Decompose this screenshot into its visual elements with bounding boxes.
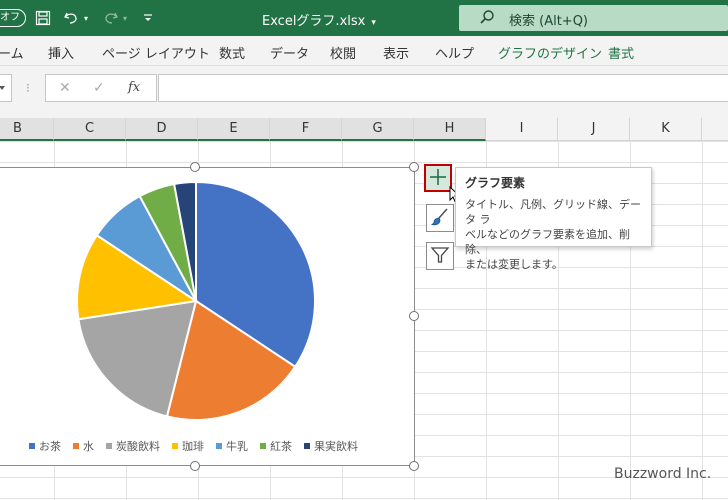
resize-handle-right[interactable] xyxy=(409,311,419,321)
chart-filters-button[interactable] xyxy=(426,242,454,270)
column-header-d[interactable]: D xyxy=(126,118,198,141)
cancel-icon[interactable]: ✕ xyxy=(59,80,71,96)
legend-swatch xyxy=(29,443,35,449)
legend-item[interactable]: 水 xyxy=(73,438,94,454)
tab-formulas[interactable]: 数式 xyxy=(219,43,245,62)
search-icon xyxy=(479,9,495,29)
tab-insert[interactable]: 挿入 xyxy=(48,43,74,62)
column-header-k[interactable]: K xyxy=(630,118,702,141)
chart-elements-button[interactable] xyxy=(424,164,452,192)
legend-label: お茶 xyxy=(39,440,61,453)
legend-item[interactable]: 炭酸飲料 xyxy=(106,438,160,454)
column-header-i[interactable]: I xyxy=(486,118,558,141)
resize-handle-top[interactable] xyxy=(190,162,200,172)
tab-page-layout[interactable]: ページ レイアウト xyxy=(102,43,210,62)
enter-icon[interactable]: ✓ xyxy=(93,80,105,96)
tab-home[interactable]: ーム xyxy=(0,43,24,62)
pie-chart[interactable]: お茶 水 炭酸飲料 珈琲 牛乳 紅茶 果実飲料 xyxy=(0,167,415,466)
legend-item[interactable]: 牛乳 xyxy=(216,438,248,454)
formula-bar-splitter[interactable]: ⁝ xyxy=(26,81,30,95)
save-icon[interactable] xyxy=(31,6,55,30)
formula-bar: ⁝ ✕ ✓ fx xyxy=(0,66,728,118)
window-title[interactable]: Excelグラフ.xlsx ▾ xyxy=(262,10,376,29)
title-bar: オフ ▾ ▾ Excelグラフ.xlsx ▾ 検索 (Alt+Q) xyxy=(0,0,728,36)
search-box[interactable]: 検索 (Alt+Q) xyxy=(459,5,728,31)
chart-elements-tooltip: グラフ要素 タイトル、凡例、グリッド線、データ ラ ベルなどのグラフ要素を追加、… xyxy=(455,167,652,271)
legend-swatch xyxy=(73,443,79,449)
formula-buttons: ✕ ✓ fx xyxy=(45,74,157,102)
brush-icon xyxy=(430,207,450,230)
column-header-b[interactable]: B xyxy=(0,118,54,141)
legend-item[interactable]: 珈琲 xyxy=(172,438,204,454)
tooltip-title: グラフ要素 xyxy=(465,176,526,190)
resize-handle-bottom[interactable] xyxy=(190,461,200,471)
column-header-f[interactable]: F xyxy=(270,118,342,141)
redo-dropdown-icon[interactable]: ▾ xyxy=(119,6,131,30)
tab-format[interactable]: 書式 xyxy=(608,43,634,62)
tab-data[interactable]: データ xyxy=(270,43,309,62)
tooltip-line-3: または変更します。 xyxy=(465,258,563,271)
column-headers: B C D E F G H I J K xyxy=(0,118,728,141)
legend-swatch xyxy=(172,443,178,449)
legend-swatch xyxy=(216,443,222,449)
column-header-c[interactable]: C xyxy=(54,118,126,141)
customize-toolbar-icon[interactable] xyxy=(138,6,158,30)
autosave-toggle[interactable]: オフ xyxy=(0,9,26,27)
tab-chart-design[interactable]: グラフのデザイン xyxy=(498,43,602,62)
tab-view[interactable]: 表示 xyxy=(383,43,409,62)
legend-swatch xyxy=(260,443,266,449)
legend-label: 炭酸飲料 xyxy=(116,440,160,453)
resize-handle-top-right[interactable] xyxy=(409,162,419,172)
legend-label: 珈琲 xyxy=(182,440,204,453)
tooltip-body: タイトル、凡例、グリッド線、データ ラ ベルなどのグラフ要素を追加、削除、 また… xyxy=(465,197,642,272)
chart-styles-button[interactable] xyxy=(426,204,454,232)
column-header-j[interactable]: J xyxy=(558,118,630,141)
title-dropdown-icon: ▾ xyxy=(371,18,376,28)
tab-review[interactable]: 校閲 xyxy=(330,43,356,62)
legend-item[interactable]: お茶 xyxy=(29,438,61,454)
funnel-icon xyxy=(430,245,450,268)
formula-input[interactable] xyxy=(158,74,728,102)
legend-label: 紅茶 xyxy=(270,440,292,453)
legend-item[interactable]: 果実飲料 xyxy=(304,438,358,454)
resize-handle-bottom-right[interactable] xyxy=(409,461,419,471)
legend-swatch xyxy=(106,443,112,449)
tooltip-line-1: タイトル、凡例、グリッド線、データ ラ xyxy=(465,198,641,226)
legend-label: 牛乳 xyxy=(226,440,248,453)
ribbon-tabs: ーム 挿入 ページ レイアウト 数式 データ 校閲 表示 ヘルプ グラフのデザイ… xyxy=(0,36,728,66)
insert-function-button[interactable]: fx xyxy=(128,80,140,95)
tooltip-line-2: ベルなどのグラフ要素を追加、削除、 xyxy=(465,228,630,256)
pie-chart-plot[interactable] xyxy=(0,168,416,438)
column-header-h[interactable]: H xyxy=(414,118,486,141)
legend-label: 果実飲料 xyxy=(314,440,358,453)
name-box-dropdown[interactable] xyxy=(0,74,12,102)
search-label: 検索 (Alt+Q) xyxy=(509,14,589,29)
chart-legend[interactable]: お茶 水 炭酸飲料 珈琲 牛乳 紅茶 果実飲料 xyxy=(29,438,358,454)
undo-dropdown-icon[interactable]: ▾ xyxy=(80,6,92,30)
legend-label: 水 xyxy=(83,440,94,453)
legend-item[interactable]: 紅茶 xyxy=(260,438,292,454)
plus-icon xyxy=(428,167,448,190)
tab-help[interactable]: ヘルプ xyxy=(435,43,474,62)
column-header-g[interactable]: G xyxy=(342,118,414,141)
watermark: Buzzword Inc. xyxy=(614,466,712,482)
column-header-e[interactable]: E xyxy=(198,118,270,141)
legend-swatch xyxy=(304,443,310,449)
